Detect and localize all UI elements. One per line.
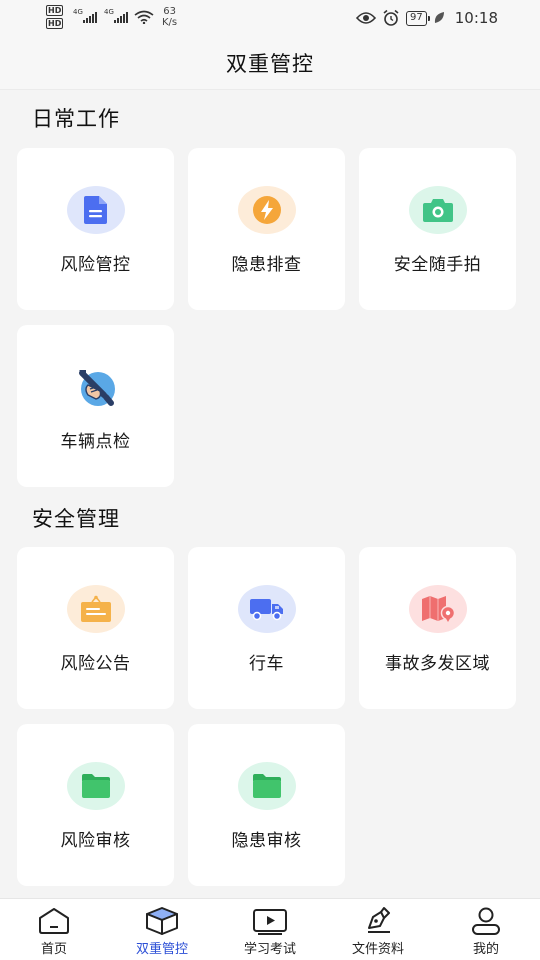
page-title: 双重管控 (226, 51, 314, 76)
card-risk-notice[interactable]: 风险公告 (17, 547, 174, 709)
nav-label: 首页 (40, 942, 67, 957)
card-risk-review[interactable]: 风险审核 (17, 724, 174, 886)
wifi-icon (134, 10, 154, 24)
home-icon (36, 906, 72, 936)
battery-indicator: 97 (406, 10, 430, 26)
card-label: 行车 (249, 654, 284, 674)
card-label: 风险管控 (60, 255, 131, 275)
alarm-icon (383, 9, 399, 26)
pen-document-icon (360, 906, 396, 936)
cube-icon (144, 906, 180, 936)
nav-documents[interactable]: 文件资料 (324, 899, 432, 960)
card-driving[interactable]: 行车 (188, 547, 345, 709)
user-icon (468, 906, 504, 936)
hd-badge-2: HD (46, 18, 64, 29)
card-hazard-inspection[interactable]: 隐患排查 (188, 148, 345, 310)
folder-icon (66, 762, 125, 810)
signal-icon-2 (114, 11, 128, 23)
wrench-icon (67, 363, 125, 411)
network-type-2: 4G (104, 8, 114, 16)
map-pin-icon (408, 585, 467, 633)
card-accident-prone-area[interactable]: 事故多发区域 (359, 547, 516, 709)
notice-board-icon (66, 585, 125, 633)
video-play-icon (252, 906, 288, 936)
status-right: 97 10:18 (356, 8, 498, 28)
nav-home[interactable]: 首页 (0, 899, 108, 960)
card-label: 事故多发区域 (385, 654, 490, 674)
network-speed: 63 K/s (162, 6, 177, 28)
card-hazard-review[interactable]: 隐患审核 (188, 724, 345, 886)
nav-label: 我的 (472, 942, 499, 957)
document-icon (66, 186, 125, 234)
card-risk-control[interactable]: 风险管控 (17, 148, 174, 310)
nav-label: 双重管控 (135, 942, 188, 957)
nav-label: 学习考试 (243, 942, 296, 957)
truck-icon (237, 585, 296, 633)
card-label: 风险公告 (60, 654, 131, 674)
bottom-nav: 首页 双重管控 学习考试 文件资料 我的 (0, 898, 540, 960)
folder-icon (237, 762, 296, 810)
leaf-icon (434, 12, 444, 23)
app-header: 双重管控 (0, 36, 540, 90)
network-speed-unit: K/s (162, 17, 178, 28)
nav-study-exam[interactable]: 学习考试 (216, 899, 324, 960)
card-label: 安全随手拍 (393, 255, 482, 275)
nav-profile[interactable]: 我的 (432, 899, 540, 960)
card-label: 隐患排查 (231, 255, 302, 275)
clock: 10:18 (454, 9, 498, 27)
section-title-daily-work: 日常工作 (32, 107, 120, 131)
signal-icon (83, 11, 97, 23)
card-vehicle-check[interactable]: 车辆点检 (17, 325, 174, 487)
network-type-1: 4G (73, 8, 83, 16)
section-title-safety-management: 安全管理 (32, 507, 120, 531)
nav-dual-control[interactable]: 双重管控 (108, 899, 216, 960)
camera-icon (408, 186, 467, 234)
status-bar: HD HD 4G 4G 63 K/s 97 10:18 (0, 0, 540, 36)
lightning-icon (237, 186, 296, 234)
hd-badge-1: HD (46, 5, 64, 16)
card-safety-snapshot[interactable]: 安全随手拍 (359, 148, 516, 310)
nav-label: 文件资料 (351, 942, 404, 957)
card-label: 隐患审核 (231, 831, 302, 851)
card-label: 车辆点检 (60, 432, 131, 452)
eye-icon (356, 12, 377, 24)
card-label: 风险审核 (60, 831, 131, 851)
network-speed-value: 63 (163, 6, 176, 17)
